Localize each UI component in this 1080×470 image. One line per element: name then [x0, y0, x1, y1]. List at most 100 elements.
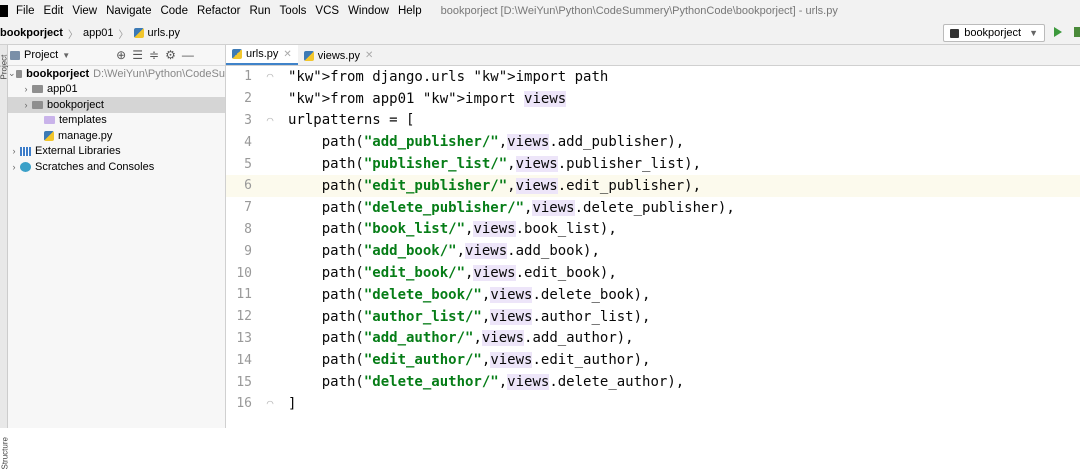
- line-number: 6: [244, 178, 252, 194]
- tree-item-app01[interactable]: › app01: [8, 82, 225, 98]
- code-line[interactable]: 11 path("delete_book/",views.delete_book…: [226, 284, 1080, 306]
- line-number: 9: [244, 243, 252, 259]
- django-icon: [950, 28, 960, 38]
- line-number: 11: [236, 287, 252, 303]
- line-number: 13: [236, 330, 252, 346]
- expand-all-icon[interactable]: ☰: [132, 48, 143, 62]
- code-line[interactable]: 14 path("edit_author/",views.edit_author…: [226, 349, 1080, 371]
- run-configuration-select[interactable]: bookporject ▼: [943, 24, 1045, 42]
- tree-item-label: bookporject: [47, 98, 104, 111]
- code-area[interactable]: 1 ◠ "kw">from django.urls "kw">import path…: [226, 66, 1080, 415]
- tool-window-strip: Project Structure: [0, 45, 10, 470]
- line-number: 4: [244, 134, 252, 150]
- navigation-bar: bookporject 〉 app01 〉 urls.py bookporjec…: [0, 22, 1080, 45]
- code-line[interactable]: 15 path("delete_author/",views.delete_au…: [226, 371, 1080, 393]
- project-view-select[interactable]: Project: [24, 49, 58, 61]
- code-text: path("edit_publisher/",views.edit_publis…: [288, 177, 702, 194]
- tree-item-project-root[interactable]: ⌄ bookporject D:\WeiYun\Python\CodeSu: [8, 66, 225, 82]
- code-line[interactable]: 10 path("edit_book/",views.edit_book),: [226, 262, 1080, 284]
- tree-item-label: manage.py: [58, 129, 113, 142]
- folder-icon: [32, 100, 43, 109]
- tree-item-label: bookporject: [26, 67, 90, 80]
- run-icon[interactable]: [1054, 27, 1062, 37]
- breadcrumb-file[interactable]: urls.py: [148, 27, 180, 39]
- close-icon[interactable]: ✕: [283, 49, 291, 60]
- code-text: path("publisher_list/",views.publisher_l…: [288, 156, 702, 173]
- python-file-icon: [133, 28, 144, 38]
- chevron-down-icon[interactable]: ▼: [62, 51, 70, 60]
- tree-item-external-libraries[interactable]: › External Libraries: [8, 144, 225, 160]
- menu-help[interactable]: Help: [398, 5, 422, 17]
- gear-icon[interactable]: ⚙: [165, 48, 176, 62]
- code-line[interactable]: 3 ◠ urlpatterns = [: [226, 110, 1080, 132]
- tree-item-path: D:\WeiYun\Python\CodeSu: [93, 67, 225, 80]
- code-line[interactable]: 5 path("publisher_list/",views.publisher…: [226, 153, 1080, 175]
- menu-tools[interactable]: Tools: [280, 5, 307, 17]
- line-number: 16: [236, 396, 252, 412]
- tree-item-bookporject[interactable]: › bookporject: [8, 97, 225, 113]
- hide-icon[interactable]: —: [182, 48, 194, 62]
- code-line[interactable]: 6 path("edit_publisher/",views.edit_publ…: [226, 174, 1080, 197]
- line-number: 1: [244, 69, 252, 85]
- collapse-all-icon[interactable]: ≑: [149, 48, 159, 62]
- code-line[interactable]: 8 path("book_list/",views.book_list),: [226, 219, 1080, 241]
- menu-view[interactable]: View: [72, 5, 97, 17]
- code-text: path("delete_author/",views.delete_autho…: [288, 374, 685, 391]
- menu-run[interactable]: Run: [249, 5, 270, 17]
- menu-file[interactable]: File: [16, 5, 35, 17]
- code-line[interactable]: 7 path("delete_publisher/",views.delete_…: [226, 197, 1080, 219]
- menu-navigate[interactable]: Navigate: [106, 5, 151, 17]
- tree-item-label: Scratches and Consoles: [35, 160, 155, 173]
- menu-code[interactable]: Code: [160, 5, 188, 17]
- tree-item-label: External Libraries: [35, 145, 121, 158]
- structure-tool-button[interactable]: Structure: [1, 437, 10, 469]
- debug-icon[interactable]: [1074, 27, 1080, 37]
- templates-folder-icon: [44, 116, 55, 125]
- pycharm-logo-icon: [0, 5, 8, 17]
- line-number: 5: [244, 156, 252, 172]
- code-line[interactable]: 4 path("add_publisher/",views.add_publis…: [226, 131, 1080, 153]
- code-text: path("add_book/",views.add_book),: [288, 243, 600, 260]
- close-icon[interactable]: ✕: [365, 50, 373, 61]
- line-number: 2: [244, 91, 252, 107]
- tree-item-scratches[interactable]: › Scratches and Consoles: [8, 159, 225, 175]
- line-number: 7: [244, 200, 252, 216]
- chevron-down-icon[interactable]: ⌄: [8, 68, 16, 79]
- code-line[interactable]: 16 ◠]: [226, 393, 1080, 415]
- chevron-right-icon[interactable]: ›: [20, 100, 32, 110]
- code-text: "kw">from app01 "kw">import views: [288, 90, 567, 107]
- tree-item-templates[interactable]: templates: [8, 113, 225, 129]
- menu-vcs[interactable]: VCS: [315, 5, 339, 17]
- project-panel-header: Project ▼ ⊕ ☰ ≑ ⚙ —: [8, 45, 225, 66]
- python-file-icon: [44, 130, 54, 141]
- editor-tabs: urls.py ✕ views.py ✕: [226, 45, 1080, 66]
- chevron-right-icon: 〉: [118, 29, 129, 41]
- menu-refactor[interactable]: Refactor: [197, 5, 240, 17]
- locate-file-icon[interactable]: ⊕: [116, 48, 126, 62]
- code-line[interactable]: 12 path("author_list/",views.author_list…: [226, 306, 1080, 328]
- code-text: path("delete_publisher/",views.delete_pu…: [288, 199, 735, 216]
- breadcrumb-project[interactable]: bookporject: [0, 27, 63, 39]
- chevron-right-icon[interactable]: ›: [8, 162, 20, 172]
- breadcrumb: bookporject 〉 app01 〉 urls.py: [0, 26, 180, 41]
- chevron-right-icon[interactable]: ›: [20, 84, 32, 94]
- code-line[interactable]: 2 "kw">from app01 "kw">import views: [226, 88, 1080, 110]
- code-line[interactable]: 1 ◠ "kw">from django.urls "kw">import path: [226, 66, 1080, 88]
- tab-urls-py[interactable]: urls.py ✕: [226, 45, 298, 65]
- breadcrumb-app01[interactable]: app01: [83, 27, 114, 39]
- code-line[interactable]: 9 path("add_book/",views.add_book),: [226, 240, 1080, 262]
- folder-icon: [32, 85, 43, 94]
- tab-views-py[interactable]: views.py ✕: [298, 46, 380, 65]
- menu-window[interactable]: Window: [348, 5, 389, 17]
- code-line[interactable]: 13 path("add_author/",views.add_author),: [226, 328, 1080, 350]
- menu-bar: File Edit View Navigate Code Refactor Ru…: [0, 0, 1080, 22]
- menu-edit[interactable]: Edit: [44, 5, 64, 17]
- project-view-icon: [10, 50, 20, 60]
- code-text: path("add_author/",views.add_author),: [288, 330, 634, 347]
- chevron-right-icon[interactable]: ›: [8, 146, 20, 156]
- code-text: path("add_publisher/",views.add_publishe…: [288, 134, 685, 151]
- python-file-icon: [303, 50, 314, 61]
- line-number: 10: [236, 265, 252, 281]
- scratches-icon: [20, 161, 31, 172]
- tree-item-manage-py[interactable]: manage.py: [8, 128, 225, 144]
